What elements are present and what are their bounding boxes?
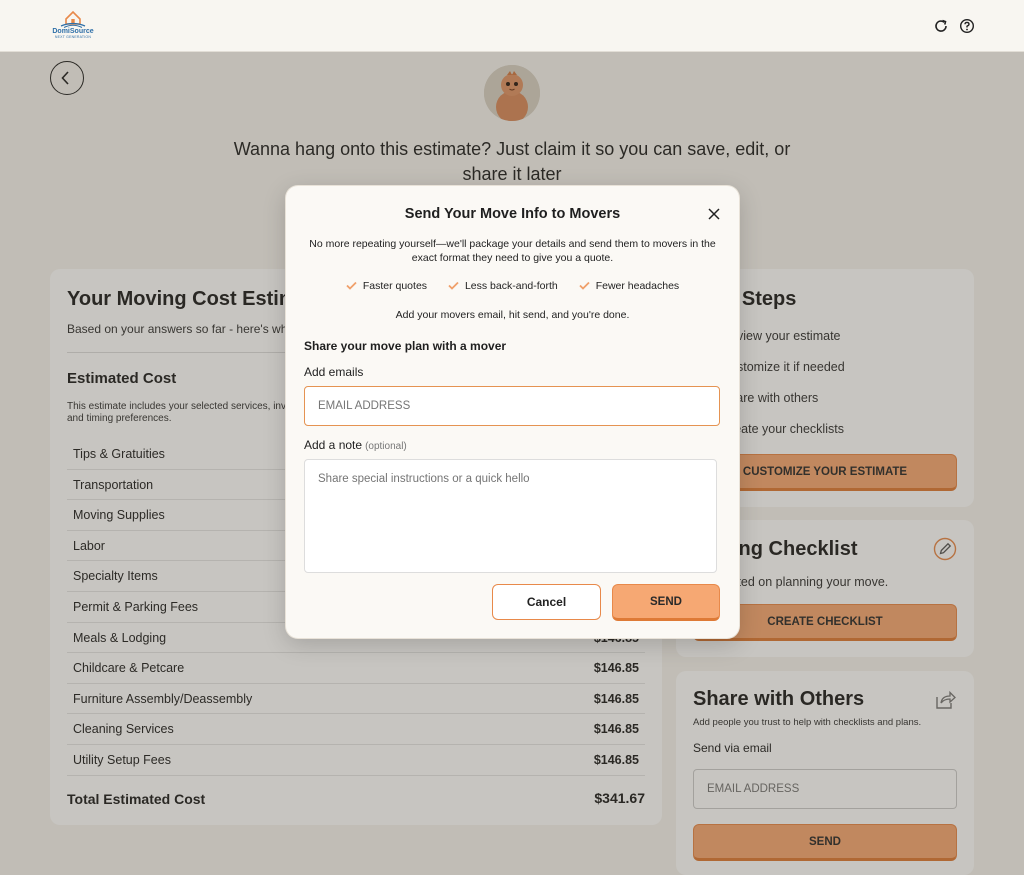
feature-item: Less back-and-forth	[448, 280, 558, 292]
send-button[interactable]: SEND	[612, 584, 720, 621]
optional-label: (optional)	[365, 441, 407, 452]
modal-note: Add your movers email, hit send, and you…	[395, 309, 630, 321]
check-icon	[448, 281, 459, 290]
brand-tagline: NEXT GENERATION	[54, 35, 92, 39]
cancel-button[interactable]: Cancel	[492, 584, 601, 620]
feature-item: Faster quotes	[346, 280, 427, 292]
add-note-label: Add a note (optional)	[304, 438, 407, 452]
modal-description: No more repeating yourself—we'll package…	[309, 238, 716, 264]
brand-name: DomiSource	[52, 28, 94, 35]
check-icon	[346, 281, 357, 290]
send-to-movers-modal: Send Your Move Info to Movers No more re…	[286, 186, 739, 638]
share-move-plan-heading: Share your move plan with a mover	[304, 339, 507, 353]
feature-list: Faster quotes Less back-and-forth Fewer …	[286, 280, 739, 292]
mover-email-input[interactable]	[304, 386, 720, 426]
modal-title: Send Your Move Info to Movers	[404, 206, 621, 222]
close-icon	[708, 208, 720, 220]
logo[interactable]: DomiSource NEXT GENERATION	[50, 10, 96, 42]
top-bar: DomiSource NEXT GENERATION	[0, 0, 1024, 52]
feature-item: Fewer headaches	[579, 280, 679, 292]
house-logo-icon	[60, 10, 86, 28]
note-textarea[interactable]	[304, 459, 717, 573]
refresh-icon[interactable]	[933, 18, 949, 34]
help-icon[interactable]	[959, 18, 975, 34]
check-icon	[579, 281, 590, 290]
close-button[interactable]	[707, 207, 721, 221]
add-emails-label: Add emails	[304, 365, 364, 379]
